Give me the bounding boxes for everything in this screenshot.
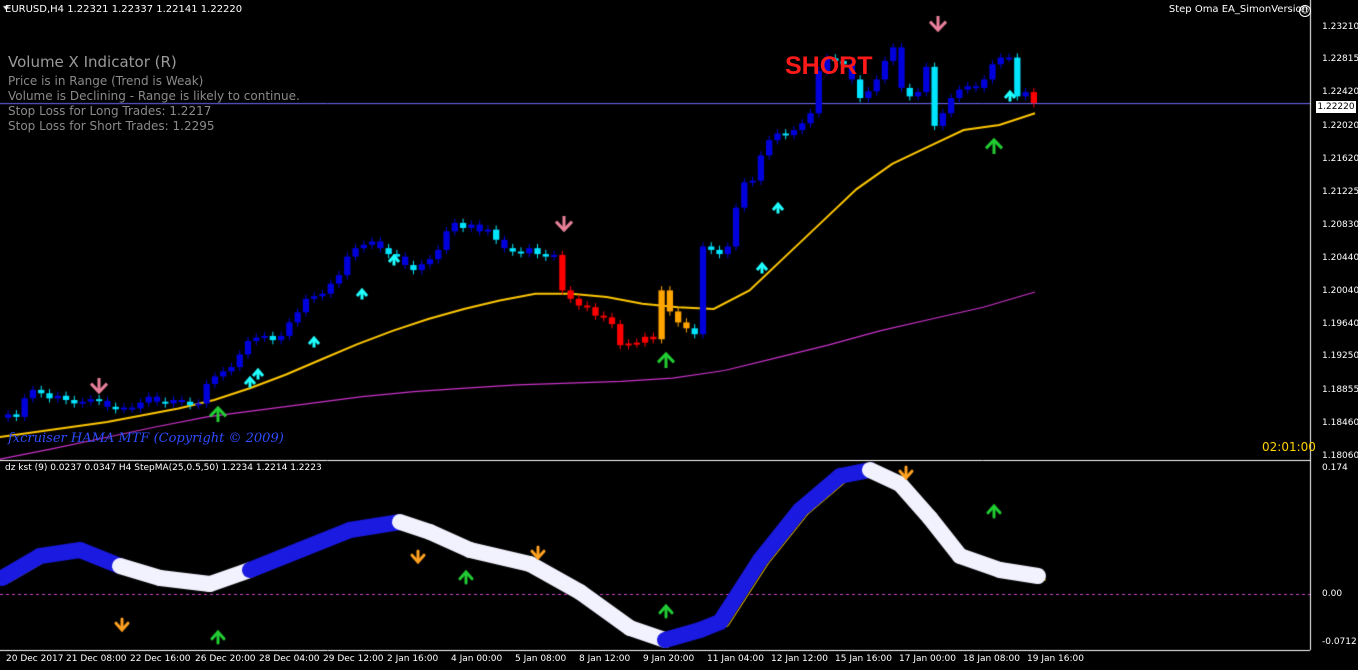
osc-tick: -0.0712 <box>1322 637 1357 647</box>
osc-tick: 0.174 <box>1322 463 1348 473</box>
price-tick: 1.19640 <box>1322 319 1358 329</box>
price-tick: 1.20040 <box>1322 286 1358 296</box>
price-tick: 1.18460 <box>1322 418 1358 428</box>
time-tick: 5 Jan 08:00 <box>515 654 567 664</box>
stop-loss-long: Stop Loss for Long Trades: 1.2217 <box>8 104 212 118</box>
time-tick: 28 Dec 04:00 <box>259 654 320 664</box>
stop-loss-short: Stop Loss for Short Trades: 1.2295 <box>8 119 215 133</box>
price-tick: 1.21620 <box>1322 154 1358 164</box>
time-tick: 15 Jan 16:00 <box>835 654 892 664</box>
time-tick: 22 Dec 16:00 <box>130 654 191 664</box>
volume-status-line: Price is in Range (Trend is Weak) <box>8 74 204 88</box>
smiley-icon[interactable]: ☺ <box>1299 5 1311 17</box>
time-tick: 2 Jan 16:00 <box>387 654 439 664</box>
subwindow-label: dz kst (9) 0.0237 0.0347 H4 StepMA(25,0.… <box>5 463 322 473</box>
short-signal-label: SHORT <box>785 52 873 80</box>
time-tick: 29 Dec 12:00 <box>323 654 384 664</box>
time-tick: 17 Jan 00:00 <box>899 654 956 664</box>
price-tick: 1.19250 <box>1322 351 1358 361</box>
symbol-info: EURUSD,H4 1.22321 1.22337 1.22141 1.2222… <box>5 4 243 15</box>
time-tick: 12 Jan 12:00 <box>771 654 828 664</box>
time-tick: 4 Jan 00:00 <box>451 654 503 664</box>
time-tick: 9 Jan 20:00 <box>643 654 695 664</box>
time-tick: 11 Jan 04:00 <box>707 654 764 664</box>
volume-status-line: Volume is Declining - Range is likely to… <box>8 89 300 103</box>
ea-name: Step Oma EA_SimonVersion <box>1168 4 1308 15</box>
price-tick: 1.22815 <box>1322 54 1358 64</box>
candle-timer: 02:01:00 <box>1262 440 1316 454</box>
price-tick: 1.20440 <box>1322 253 1358 263</box>
current-price-label: 1.22220 <box>1316 101 1356 113</box>
price-tick: 1.20830 <box>1322 220 1358 230</box>
price-tick: 1.23210 <box>1322 22 1358 32</box>
price-tick: 1.22420 <box>1322 87 1358 97</box>
price-tick: 1.18060 <box>1322 451 1358 461</box>
time-tick: 19 Jan 16:00 <box>1027 654 1084 664</box>
price-tick: 1.21225 <box>1322 187 1358 197</box>
volume-indicator-title: Volume X Indicator (R) <box>8 53 177 71</box>
time-tick: 8 Jan 12:00 <box>579 654 631 664</box>
time-tick: 20 Dec 2017 <box>6 654 64 664</box>
price-tick: 1.22020 <box>1322 121 1358 131</box>
time-tick: 21 Dec 08:00 <box>66 654 127 664</box>
time-tick: 26 Dec 20:00 <box>195 654 256 664</box>
copyright-text: fxcruiser HAMA MTF (Copyright © 2009) <box>8 431 284 446</box>
time-tick: 18 Jan 08:00 <box>963 654 1020 664</box>
osc-tick: 0.00 <box>1322 589 1343 599</box>
price-tick: 1.18855 <box>1322 385 1358 395</box>
